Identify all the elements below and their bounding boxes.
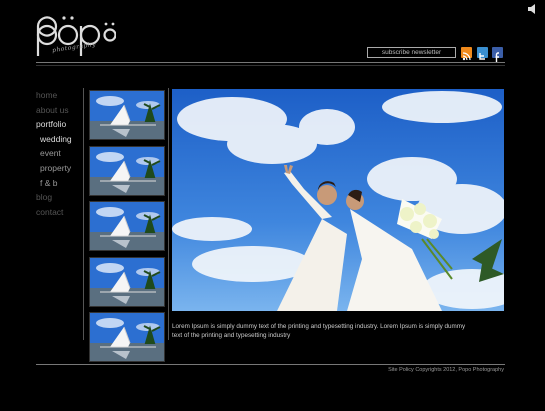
photo-caption: Lorem Ipsum is simply dummy text of the …	[172, 323, 466, 339]
facebook-icon[interactable]	[492, 47, 503, 62]
thumbnail-5[interactable]	[89, 312, 165, 362]
nav-item-blog[interactable]: blog	[36, 190, 72, 205]
nav-item-wedding[interactable]: wedding	[36, 132, 72, 147]
thumbnail-4[interactable]	[89, 256, 165, 307]
main-nav: home about us portfolio wedding event pr…	[36, 88, 72, 219]
popo-logo[interactable]	[34, 12, 116, 60]
nav-item-portfolio[interactable]: portfolio	[36, 117, 72, 132]
thumbnail-2[interactable]	[89, 145, 165, 196]
footer-divider	[36, 364, 505, 365]
main-photo	[172, 89, 504, 311]
twitter-icon[interactable]	[477, 47, 488, 60]
speaker-icon[interactable]	[527, 3, 539, 15]
footer-text: Site Policy Copyrights 2012, Popo Photog…	[388, 367, 504, 373]
nav-item-contact[interactable]: contact	[36, 205, 72, 220]
nav-divider	[83, 88, 84, 340]
thumbnail-1[interactable]	[89, 90, 165, 140]
nav-item-home[interactable]: home	[36, 88, 72, 103]
thumbs-divider	[168, 88, 169, 340]
subscribe-newsletter-button[interactable]: subscribe newsletter	[367, 47, 456, 58]
nav-item-property[interactable]: property	[36, 161, 72, 176]
nav-item-event[interactable]: event	[36, 146, 72, 161]
rss-icon[interactable]	[461, 47, 472, 61]
header-divider-shadow	[36, 65, 505, 66]
nav-item-about-us[interactable]: about us	[36, 103, 72, 118]
nav-item-f-and-b[interactable]: f & b	[36, 176, 72, 191]
header-divider	[36, 62, 505, 63]
thumbnail-3[interactable]	[89, 201, 165, 251]
thumbnail-strip	[89, 90, 165, 368]
